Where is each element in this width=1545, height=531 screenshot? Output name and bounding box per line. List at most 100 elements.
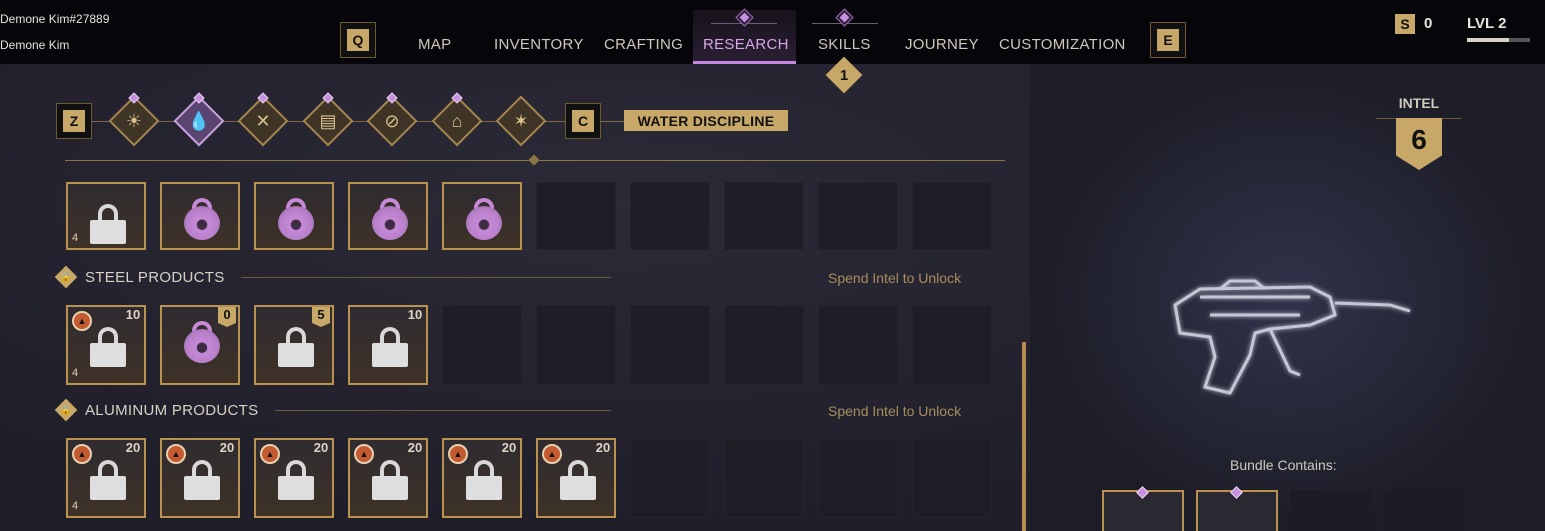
research-row-top-item[interactable]: [160, 182, 240, 250]
lock-icon: 🔒: [54, 265, 78, 289]
lock-icon: [466, 460, 502, 500]
requirement-warning-icon: ▲: [72, 444, 92, 464]
bundle-label: Bundle Contains:: [1230, 457, 1337, 473]
lock-icon: [90, 327, 126, 367]
tab-research[interactable]: RESEARCH: [703, 36, 789, 53]
research-row-top-item[interactable]: 4: [66, 182, 146, 250]
empty-slot: [818, 305, 898, 385]
aluminum-products-row-item[interactable]: ▲ 20: [442, 438, 522, 518]
lock-icon: [90, 460, 126, 500]
empty-slot: [630, 182, 710, 250]
intel-cost: 20: [219, 440, 235, 455]
lock-icon: [184, 460, 220, 500]
level-progress-fill: [1467, 38, 1509, 42]
aluminum-products-row-item[interactable]: ▲ 20: [348, 438, 428, 518]
locked-blueprint-icon: [184, 206, 220, 240]
selected-discipline-label: WATER DISCIPLINE: [624, 110, 788, 131]
empty-slot: [630, 438, 710, 518]
empty-slot: [912, 182, 992, 250]
top-bar: Demone Kim#27889 Demone Kim Q E MAP INVE…: [0, 0, 1545, 64]
intel-cost: 20: [125, 440, 141, 455]
lock-icon: [560, 460, 596, 500]
player-tag: Demone Kim#27889: [0, 12, 110, 26]
scrollbar[interactable]: [1022, 342, 1026, 531]
tab-map[interactable]: MAP: [418, 36, 451, 53]
skills-notification-count: 1: [839, 66, 849, 84]
empty-slot: [724, 305, 804, 385]
empty-slot: [912, 305, 992, 385]
prev-discipline-key[interactable]: Z: [56, 103, 92, 139]
requirement-warning-icon: ▲: [72, 311, 92, 331]
empty-slot: [818, 438, 898, 518]
next-discipline-key[interactable]: C: [565, 103, 601, 139]
requirement-warning-icon: ▲: [260, 444, 280, 464]
tab-crafting[interactable]: CRAFTING: [604, 36, 683, 53]
bundle-slot-empty: [1384, 490, 1466, 531]
requirement-warning-icon: ▲: [448, 444, 468, 464]
intel-cost: 20: [313, 440, 329, 455]
empty-slot: [912, 438, 992, 518]
section-aluminum-products: 🔒 ALUMINUM PRODUCTS: [54, 398, 615, 424]
empty-slot: [724, 438, 804, 518]
empty-slot: [442, 305, 522, 385]
aluminum-unlock-hint: Spend Intel to Unlock: [828, 403, 962, 419]
bundle-slot-empty: [1290, 490, 1372, 531]
requirement-warning-icon: ▲: [354, 444, 374, 464]
tier-number: 4: [72, 367, 79, 379]
locked-blueprint-icon: [466, 206, 502, 240]
steel-products-row-item[interactable]: 10: [348, 305, 428, 385]
lock-icon: 🔒: [54, 398, 78, 422]
empty-slot: [536, 182, 616, 250]
lock-icon: [278, 460, 314, 500]
tab-customization[interactable]: CUSTOMIZATION: [999, 36, 1126, 53]
smg-weapon-icon: [1160, 275, 1420, 405]
lock-icon: [90, 204, 126, 244]
research-row-top-item[interactable]: [348, 182, 428, 250]
locked-blueprint-icon: [372, 206, 408, 240]
intel-cost: 5: [312, 307, 330, 327]
intel-cost: 20: [501, 440, 517, 455]
aluminum-products-row-item[interactable]: ▲ 20: [254, 438, 334, 518]
requirement-warning-icon: ▲: [542, 444, 562, 464]
level-label: LVL 2: [1467, 15, 1507, 32]
lock-icon: [278, 327, 314, 367]
section-steel-products: 🔒 STEEL PRODUCTS: [54, 265, 615, 291]
level-progress-bar: [1467, 38, 1530, 42]
player-name: Demone Kim: [0, 38, 70, 52]
empty-slot: [630, 305, 710, 385]
intel-label: INTEL: [1398, 95, 1440, 111]
tab-journey[interactable]: JOURNEY: [905, 36, 979, 53]
tier-number: 4: [72, 500, 79, 512]
prev-tab-key[interactable]: Q: [340, 22, 376, 58]
intel-cost: 20: [407, 440, 423, 455]
locked-blueprint-icon: [278, 206, 314, 240]
lock-icon: [372, 460, 408, 500]
steel-products-row-item[interactable]: 0: [160, 305, 240, 385]
locked-blueprint-icon: [184, 329, 220, 363]
aluminum-products-row-item[interactable]: ▲ 20: [160, 438, 240, 518]
aluminum-products-row-item[interactable]: ▲ 20: [536, 438, 616, 518]
aluminum-products-row-item[interactable]: ▲ 20 4: [66, 438, 146, 518]
currency-icon: S: [1395, 14, 1415, 34]
tab-skills[interactable]: SKILLS: [818, 36, 871, 53]
intel-value: 6: [1411, 124, 1427, 155]
lock-icon: [372, 327, 408, 367]
intel-cost: 10: [125, 307, 141, 322]
next-tab-key[interactable]: E: [1150, 22, 1186, 58]
empty-slot: [818, 182, 898, 250]
empty-slot: [724, 182, 804, 250]
tab-inventory[interactable]: INVENTORY: [494, 36, 584, 53]
intel-cost: 10: [407, 307, 423, 322]
empty-slot: [536, 305, 616, 385]
intel-cost: 0: [218, 307, 236, 327]
intel-cost: 20: [595, 440, 611, 455]
currency-value: 0: [1424, 15, 1433, 32]
steel-products-row-item[interactable]: ▲ 10 4: [66, 305, 146, 385]
requirement-warning-icon: ▲: [166, 444, 186, 464]
steel-unlock-hint: Spend Intel to Unlock: [828, 270, 962, 286]
tier-number: 4: [72, 232, 79, 244]
steel-products-row-item[interactable]: 5: [254, 305, 334, 385]
cluster-icon: ✶: [513, 110, 529, 131]
research-row-top-item[interactable]: [442, 182, 522, 250]
research-row-top-item[interactable]: [254, 182, 334, 250]
